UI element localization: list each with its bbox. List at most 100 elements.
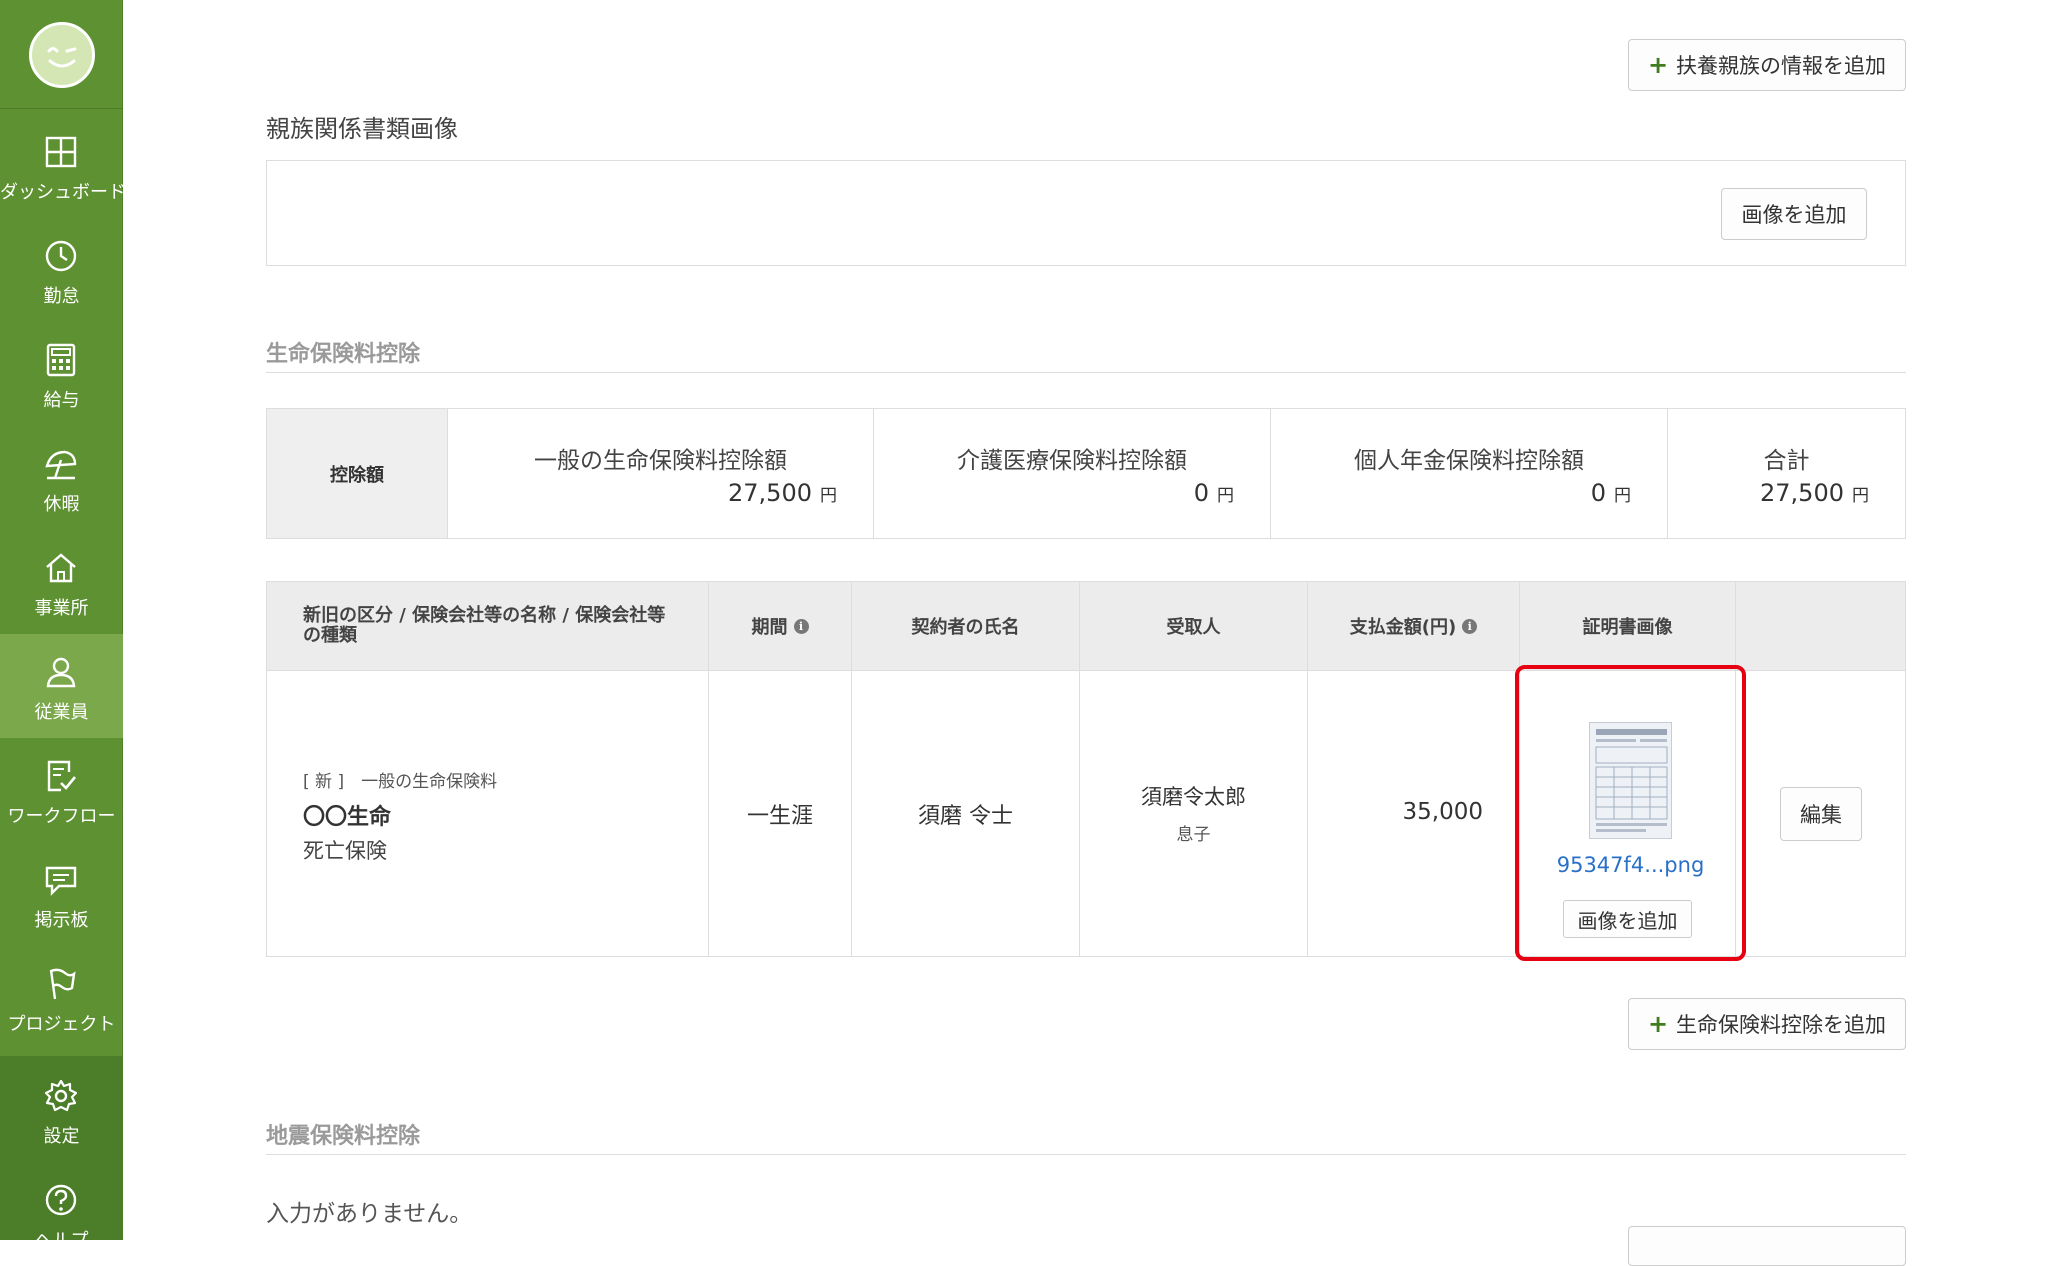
sidebar-item-label: プロジェクト (7, 1014, 116, 1035)
header-period: 期間 i (709, 581, 852, 671)
plus-icon: + (1647, 51, 1669, 79)
summary-amount: 0 (1590, 479, 1606, 507)
cell-actions: 編集 (1736, 671, 1906, 957)
yen-unit: 円 (1217, 486, 1234, 506)
divider (266, 1154, 1906, 1155)
cell-amount: 35,000 (1308, 671, 1520, 957)
recipient-relation: 息子 (1176, 825, 1211, 845)
header-label: 期間 (751, 617, 788, 638)
sidebar-item-employees[interactable]: 従業員 (0, 634, 123, 738)
summary-total: 合計 27,500 円 (1668, 408, 1906, 539)
summary-title: 介護医療保険料控除額 (957, 448, 1187, 474)
summary-medical: 介護医療保険料控除額 0円 (874, 408, 1271, 539)
sidebar-item-label: 設定 (43, 1126, 80, 1147)
sidebar-item-workflow[interactable]: ワークフロー (0, 738, 123, 842)
calculator-icon (46, 343, 76, 377)
logo-icon[interactable] (29, 22, 95, 88)
summary-value: 0円 (1194, 479, 1234, 507)
header-label: 支払金額(円) (1349, 617, 1457, 638)
help-icon (45, 1184, 77, 1216)
header-amount: 支払金額(円) i (1308, 581, 1520, 671)
summary-value: 0円 (1591, 479, 1631, 507)
cell-period: 一生涯 (709, 671, 852, 957)
life-insurance-title: 生命保険料控除 (266, 342, 421, 367)
sidebar-item-label: 勤怠 (43, 286, 80, 307)
sidebar-item-settings[interactable]: 設定 (0, 1058, 123, 1162)
add-dependent-label: 扶養親族の情報を追加 (1676, 54, 1887, 78)
cell-recipient: 須磨令太郎 息子 (1080, 671, 1308, 957)
sidebar-item-leave[interactable]: 休暇 (0, 426, 123, 530)
summary-title: 合計 (1763, 448, 1810, 474)
summary-amount: 27,500 (728, 479, 812, 507)
home-icon (46, 553, 76, 583)
gear-icon (44, 1079, 78, 1112)
header-certificate: 証明書画像 (1520, 581, 1736, 671)
sidebar-item-project[interactable]: プロジェクト (0, 946, 123, 1050)
sidebar-item-label: 掲示板 (34, 910, 89, 931)
highlight-box (1515, 665, 1746, 961)
sidebar-item-label: ダッシュボード (0, 182, 126, 203)
checklist-icon (47, 760, 77, 792)
sidebar-item-dashboard[interactable]: ダッシュボード (0, 114, 126, 218)
summary-value: 27,500 円 (728, 479, 837, 507)
flag-icon (49, 968, 76, 1000)
divider (0, 108, 123, 109)
info-icon[interactable]: i (793, 618, 809, 634)
yen-unit: 円 (820, 486, 837, 506)
sidebar-item-label: ワークフロー (7, 806, 116, 827)
add-image-label: 画像を追加 (1741, 203, 1847, 227)
umbrella-icon (45, 450, 77, 480)
summary-amount: 0 (1193, 479, 1209, 507)
sidebar-item-label: 従業員 (34, 702, 89, 723)
sidebar-item-board[interactable]: 掲示板 (0, 842, 123, 946)
dashboard-icon (45, 136, 77, 168)
yen-unit: 円 (1852, 486, 1869, 506)
clock-icon (45, 240, 77, 272)
sidebar-item-label: ヘルプ (34, 1230, 89, 1251)
sidebar-item-label: 給与 (43, 390, 80, 411)
add-life-insurance-button[interactable]: + 生命保険料控除を追加 (1628, 998, 1906, 1050)
summary-title: 個人年金保険料控除額 (1354, 448, 1584, 474)
sidebar-item-payroll[interactable]: 給与 (0, 322, 123, 426)
sidebar-bottom-group: 設定 ヘルプ (0, 1056, 123, 1251)
insurance-type: 死亡保険 (303, 839, 387, 863)
recipient-name: 須磨令太郎 (1141, 785, 1246, 809)
chat-icon (45, 866, 77, 896)
summary-title: 一般の生命保険料控除額 (534, 448, 787, 474)
sidebar-item-help[interactable]: ヘルプ (0, 1162, 123, 1266)
header-contractor: 契約者の氏名 (852, 581, 1080, 671)
payment-amount: 35,000 (1402, 799, 1483, 825)
summary-pension: 個人年金保険料控除額 0円 (1271, 408, 1668, 539)
summary-general: 一般の生命保険料控除額 27,500 円 (448, 408, 874, 539)
edit-label: 編集 (1800, 803, 1842, 827)
add-earthquake-button-partial[interactable] (1628, 1226, 1906, 1266)
relation-docs-title: 親族関係書類画像 (266, 115, 458, 143)
sidebar-item-attendance[interactable]: 勤怠 (0, 218, 123, 322)
divider (266, 372, 1906, 373)
header-recipient: 受取人 (1080, 581, 1308, 671)
header-category: 新旧の区分 / 保険会社等の名称 / 保険会社等の種類 (266, 581, 709, 671)
sidebar-item-label: 休暇 (43, 494, 80, 515)
insurance-company: 〇〇生命 (303, 805, 392, 830)
add-life-insurance-label: 生命保険料控除を追加 (1676, 1013, 1887, 1037)
sidebar-item-label: 事業所 (34, 598, 89, 619)
add-dependent-button[interactable]: + 扶養親族の情報を追加 (1628, 39, 1906, 91)
insurance-kind: [ 新 ] 一般の生命保険料 (303, 772, 498, 792)
summary-amount: 27,500 (1760, 479, 1844, 507)
sidebar: ダッシュボード 勤怠 給与 休暇 事業所 従業員 ワークフロー 掲示板 プロジェ… (0, 0, 126, 1251)
summary-value: 27,500 円 (1760, 479, 1869, 507)
edit-button[interactable]: 編集 (1780, 787, 1862, 841)
yen-unit: 円 (1614, 486, 1631, 506)
person-icon (46, 657, 76, 688)
header-actions (1736, 581, 1906, 671)
add-relation-image-button[interactable]: 画像を追加 (1721, 188, 1867, 240)
sidebar-item-office[interactable]: 事業所 (0, 530, 123, 634)
cell-category: [ 新 ] 一般の生命保険料 〇〇生命 死亡保険 (266, 671, 709, 957)
earthquake-title: 地震保険料控除 (266, 1124, 421, 1149)
relation-docs-box: 画像を追加 (266, 160, 1906, 266)
plus-icon: + (1647, 1010, 1669, 1038)
empty-message: 入力がありません。 (266, 1201, 473, 1227)
cell-contractor: 須磨 令士 (852, 671, 1080, 957)
deduction-row-label: 控除額 (266, 408, 448, 539)
info-icon[interactable]: i (1462, 618, 1478, 634)
